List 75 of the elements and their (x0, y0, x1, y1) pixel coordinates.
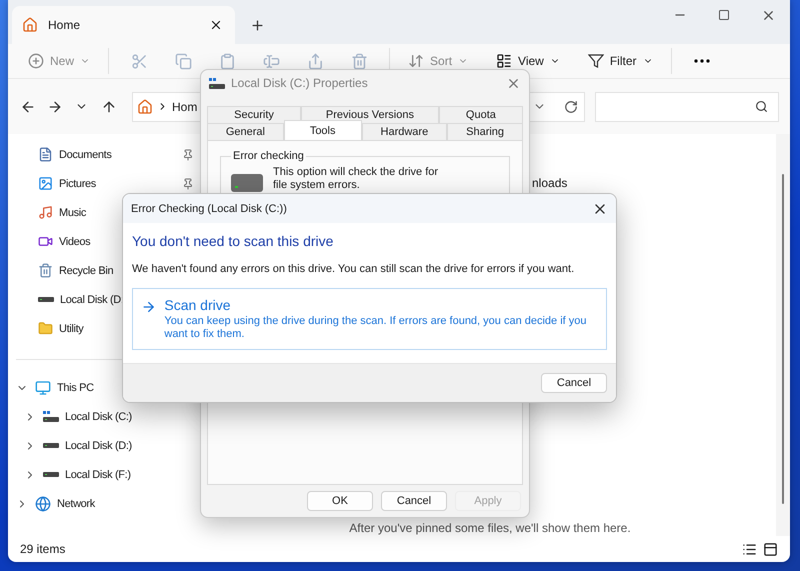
tree-item[interactable]: Local Disk (F:) (65, 468, 131, 480)
drive-icon (38, 297, 54, 302)
system-drive-icon (209, 78, 225, 88)
picture-icon (38, 176, 53, 191)
sidebar-label: Pictures (59, 178, 96, 190)
dialog-tab[interactable]: Previous Versions (301, 106, 439, 123)
folder-icon (38, 321, 53, 336)
dialog-tab[interactable]: Sharing (447, 123, 523, 140)
dialog-tab[interactable]: General (207, 123, 284, 140)
video-icon (38, 234, 53, 249)
sidebar-label: Videos (59, 236, 90, 248)
empty-message: After you've pinned some files, we'll show them here. (349, 521, 631, 535)
item-count: 29 items (20, 542, 66, 556)
dialog-message: We haven't found any errors on this drive. You can still scan the drive for errors if you want. (132, 263, 576, 275)
refresh-icon[interactable] (564, 100, 578, 114)
view-icon (496, 53, 512, 69)
tab-label: Home (48, 18, 82, 32)
plus-circle-icon (28, 53, 44, 69)
home-icon (137, 98, 153, 114)
sidebar-item[interactable]: Documents (12, 140, 204, 169)
filter-button[interactable]: Filter (578, 46, 662, 76)
trash-icon (350, 52, 368, 70)
scissors-icon (130, 52, 148, 70)
details-view-icon[interactable] (742, 542, 757, 556)
scan-drive-option[interactable]: Scan drive You can keep using the drive during the scan. If errors are found, you can decide if you want to fix them. (132, 288, 607, 350)
maximize-icon (718, 9, 730, 21)
tree-item[interactable]: Local Disk (C:) (65, 410, 132, 422)
scrollbar[interactable] (776, 134, 790, 536)
dialog-tab[interactable]: Tools (284, 120, 362, 140)
system-drive-icon (43, 411, 59, 422)
filter-icon (588, 53, 604, 69)
monitor-icon (35, 380, 51, 396)
window-tab[interactable]: Home (12, 6, 235, 44)
sidebar-label: Music (59, 206, 86, 218)
description-text: This option will check the drive for file system errors. (273, 166, 440, 192)
search-field[interactable] (595, 92, 779, 122)
view-button[interactable]: View (486, 46, 570, 76)
tree-item[interactable]: This PC (57, 382, 94, 394)
drive-icon (43, 443, 59, 448)
sidebar-label: Documents (59, 148, 112, 160)
drive-icon (231, 174, 263, 192)
dialog-title: Error Checking (Local Disk (C:)) (131, 202, 288, 214)
sidebar-label: Recycle Bin (59, 264, 114, 276)
recycle-bin-icon (38, 263, 53, 278)
dialog-button[interactable]: Cancel (381, 491, 447, 511)
tree-item[interactable]: Local Disk (D:) (65, 440, 132, 452)
sidebar-label: Local Disk (D: (60, 294, 124, 306)
rename-icon (262, 52, 280, 70)
search-icon (755, 100, 768, 113)
address-path: Hom (172, 100, 198, 114)
cancel-button[interactable]: Cancel (541, 373, 607, 393)
drive-icon (43, 472, 59, 477)
dialog-heading: You don't need to scan this drive (132, 233, 334, 249)
dialog-title: Local Disk (C:) Properties (231, 76, 369, 90)
clipboard-icon (218, 52, 236, 70)
file-name[interactable]: nloads (532, 176, 568, 190)
group-title: Error checking (232, 150, 305, 162)
document-icon (38, 147, 53, 162)
dialog-tab[interactable]: Security (207, 106, 302, 123)
dialog-tab[interactable]: Quota (438, 106, 523, 123)
close-tab-icon[interactable] (209, 18, 223, 32)
plus-icon (250, 18, 264, 32)
share-icon (306, 52, 324, 70)
sort-icon (408, 53, 424, 69)
copy-icon (174, 52, 192, 70)
tree-item[interactable]: Network (57, 498, 95, 510)
music-icon (38, 205, 53, 220)
dialog-button[interactable]: OK (307, 491, 373, 511)
globe-icon (35, 496, 51, 512)
home-icon (22, 17, 38, 33)
sidebar-label: Utility (59, 322, 84, 334)
sidebar-item[interactable]: Pictures (12, 169, 204, 198)
dialog-tab[interactable]: Hardware (362, 123, 448, 140)
more-icon (694, 59, 710, 63)
tiles-view-icon[interactable] (763, 542, 778, 556)
